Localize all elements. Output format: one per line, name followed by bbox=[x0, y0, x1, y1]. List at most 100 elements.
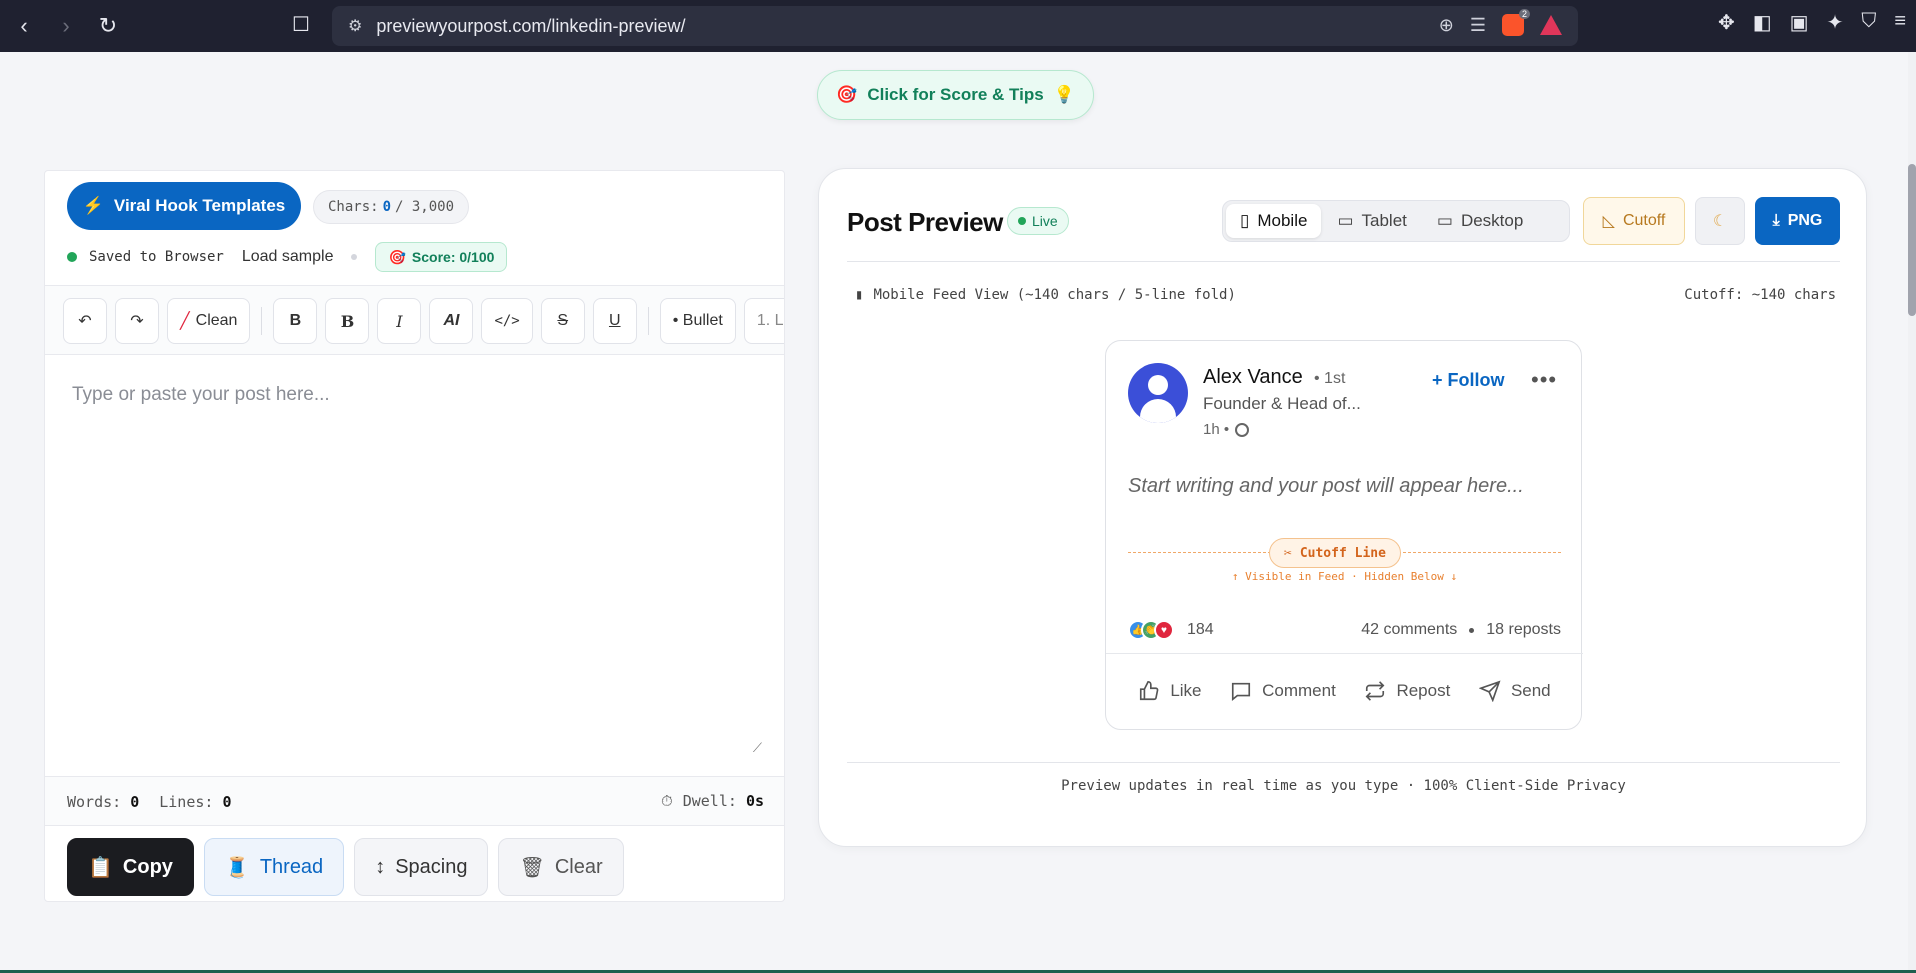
bold-serif-button[interactable]: B bbox=[325, 298, 370, 344]
reposts-count[interactable]: 18 reposts bbox=[1486, 621, 1561, 639]
lines-value: 0 bbox=[222, 793, 232, 811]
browser-toolbar: ‹ › ↻ ☐ ⚙ previewyourpost.com/linkedin-p… bbox=[0, 0, 1916, 52]
editor-status-row: Saved to Browser Load sample 🎯 Score: 0/… bbox=[67, 242, 508, 272]
char-counter: Chars: 0 / 3,000 bbox=[313, 190, 470, 224]
comments-count[interactable]: 42 comments bbox=[1361, 621, 1457, 639]
ai-button[interactable]: AI bbox=[429, 298, 474, 344]
load-sample-link[interactable]: Load sample bbox=[242, 248, 334, 266]
bullet-button[interactable]: • Bullet bbox=[659, 298, 736, 344]
view-tablet-button[interactable]: ▭ Tablet bbox=[1323, 204, 1420, 238]
preview-title: Post Preview bbox=[847, 207, 1003, 237]
undo-button[interactable]: ↶ bbox=[63, 298, 107, 344]
dark-mode-button[interactable]: ☾ bbox=[1695, 197, 1745, 245]
like-button[interactable]: Like bbox=[1138, 680, 1202, 702]
scrollbar-thumb[interactable] bbox=[1908, 164, 1916, 316]
saved-status-dot bbox=[67, 252, 77, 262]
page-scrollbar[interactable] bbox=[1908, 52, 1916, 973]
more-options-icon[interactable]: ••• bbox=[1531, 367, 1557, 393]
sidebar-icon[interactable]: ◧ bbox=[1753, 10, 1772, 35]
download-icon: ⤓ bbox=[1772, 212, 1780, 229]
repost-button[interactable]: Repost bbox=[1364, 680, 1450, 702]
back-button[interactable]: ‹ bbox=[6, 8, 42, 44]
bold-button[interactable]: B bbox=[273, 298, 318, 344]
post-actions: Like Comment Repost Send bbox=[1106, 663, 1583, 719]
comment-icon bbox=[1232, 682, 1251, 701]
clear-button[interactable]: 🗑 Clear bbox=[498, 838, 624, 896]
underline-button[interactable]: U bbox=[592, 298, 637, 344]
send-button[interactable]: Send bbox=[1478, 680, 1551, 702]
follow-button[interactable]: + Follow bbox=[1432, 370, 1505, 391]
moon-icon: ☾ bbox=[1712, 213, 1728, 230]
comment-label: Comment bbox=[1262, 681, 1336, 700]
editor-panel: ⚡ Viral Hook Templates Chars: 0 / 3,000 … bbox=[44, 170, 785, 902]
score-badge[interactable]: 🎯 Score: 0/100 bbox=[375, 242, 508, 272]
engagement-stats: 42 comments 18 reposts bbox=[1361, 621, 1561, 639]
clean-button[interactable]: ╱ Clean bbox=[167, 298, 251, 344]
thread-button[interactable]: 🧵 Thread bbox=[203, 838, 345, 896]
bookmark-icon[interactable]: ☐ bbox=[292, 12, 310, 37]
clear-label: Clear bbox=[554, 855, 603, 878]
connection-degree: • 1st bbox=[1314, 370, 1346, 387]
leo-ai-icon[interactable]: ✦ bbox=[1827, 10, 1844, 35]
avatar-head bbox=[1148, 375, 1168, 395]
stopwatch-icon: ⏱ bbox=[661, 792, 673, 810]
view-mode-label: ▮ Mobile Feed View (~140 chars / 5-line … bbox=[855, 287, 1236, 303]
brave-rewards-icon[interactable] bbox=[1540, 15, 1562, 35]
spacing-label: Spacing bbox=[395, 855, 468, 878]
thumbs-up-icon bbox=[1140, 681, 1159, 701]
copy-button[interactable]: 📋 Copy bbox=[67, 838, 194, 896]
cutoff-pill: ✂ Cutoff Line bbox=[1269, 538, 1401, 568]
scissors-icon: ✂ bbox=[1284, 545, 1292, 561]
comment-button[interactable]: Comment bbox=[1230, 680, 1336, 702]
download-png-button[interactable]: ⤓ PNG bbox=[1755, 197, 1840, 245]
words-value: 0 bbox=[130, 793, 140, 811]
wallet-icon[interactable]: ▣ bbox=[1790, 10, 1809, 35]
triangle-ruler-icon: ◺ bbox=[1602, 213, 1615, 230]
reload-button[interactable]: ↻ bbox=[90, 8, 126, 44]
avatar-body bbox=[1140, 399, 1176, 423]
menu-icon[interactable]: ≡ bbox=[1894, 10, 1906, 35]
score-tips-button[interactable]: 🎯 Click for Score & Tips 💡 bbox=[817, 70, 1094, 120]
address-bar[interactable]: ⚙ previewyourpost.com/linkedin-preview/ … bbox=[332, 6, 1578, 46]
vpn-icon[interactable]: ⛉ bbox=[1861, 10, 1876, 35]
reader-mode-icon[interactable]: ☰ bbox=[1470, 15, 1486, 36]
resize-handle-icon[interactable]: ⟋ bbox=[753, 740, 762, 756]
words-label: Words: bbox=[67, 793, 122, 811]
desktop-label: Desktop bbox=[1460, 211, 1524, 230]
score-tips-label: Click for Score & Tips bbox=[867, 85, 1044, 104]
post-input-wrapper: ⟋ bbox=[45, 356, 784, 776]
phone-icon: ▮ bbox=[855, 287, 864, 303]
preview-panel: Post Preview Live ▯ Mobile ▭ Tablet ▭ De… bbox=[818, 168, 1867, 847]
forward-button[interactable]: › bbox=[48, 8, 84, 44]
view-desktop-button[interactable]: ▭ Desktop bbox=[1423, 204, 1537, 238]
site-settings-icon[interactable]: ⚙ bbox=[348, 16, 362, 36]
preview-footer-divider bbox=[847, 762, 1840, 763]
cutoff-toggle-button[interactable]: ◺ Cutoff bbox=[1583, 197, 1685, 245]
redo-button[interactable]: ↷ bbox=[115, 298, 159, 344]
view-mode-text: Mobile Feed View (~140 chars / 5-line fo… bbox=[873, 287, 1236, 303]
preview-divider bbox=[847, 261, 1840, 262]
reactions-count[interactable]: 184 bbox=[1187, 621, 1214, 639]
brave-shields-icon[interactable]: 2 bbox=[1502, 9, 1530, 36]
editor-actions: 📋 Copy 🧵 Thread ↕ Spacing 🗑 Clear bbox=[67, 838, 624, 896]
extensions-icon[interactable]: ✥ bbox=[1718, 10, 1735, 35]
spacing-button[interactable]: ↕ Spacing bbox=[354, 838, 489, 896]
png-label: PNG bbox=[1787, 212, 1823, 229]
mobile-label: Mobile bbox=[1257, 211, 1308, 230]
code-button[interactable]: </> bbox=[481, 298, 533, 344]
toolbar-divider bbox=[647, 307, 649, 335]
viral-hook-templates-button[interactable]: ⚡ Viral Hook Templates bbox=[67, 182, 301, 230]
italic-button[interactable]: I bbox=[377, 298, 422, 344]
zoom-icon[interactable]: ⊕ bbox=[1439, 15, 1454, 36]
cutoff-pill-label: Cutoff Line bbox=[1299, 545, 1386, 561]
separator-dot bbox=[1469, 627, 1475, 633]
view-mobile-button[interactable]: ▯ Mobile bbox=[1226, 204, 1322, 238]
separator-dot bbox=[351, 254, 358, 260]
author-name[interactable]: Alex Vance bbox=[1203, 366, 1303, 389]
strikethrough-button[interactable]: S bbox=[540, 298, 585, 344]
bolt-icon: ⚡ bbox=[82, 196, 104, 215]
post-input[interactable] bbox=[45, 356, 784, 776]
send-icon bbox=[1478, 680, 1501, 702]
numbered-list-button[interactable]: 1. List bbox=[743, 298, 784, 344]
avatar[interactable] bbox=[1128, 363, 1188, 423]
